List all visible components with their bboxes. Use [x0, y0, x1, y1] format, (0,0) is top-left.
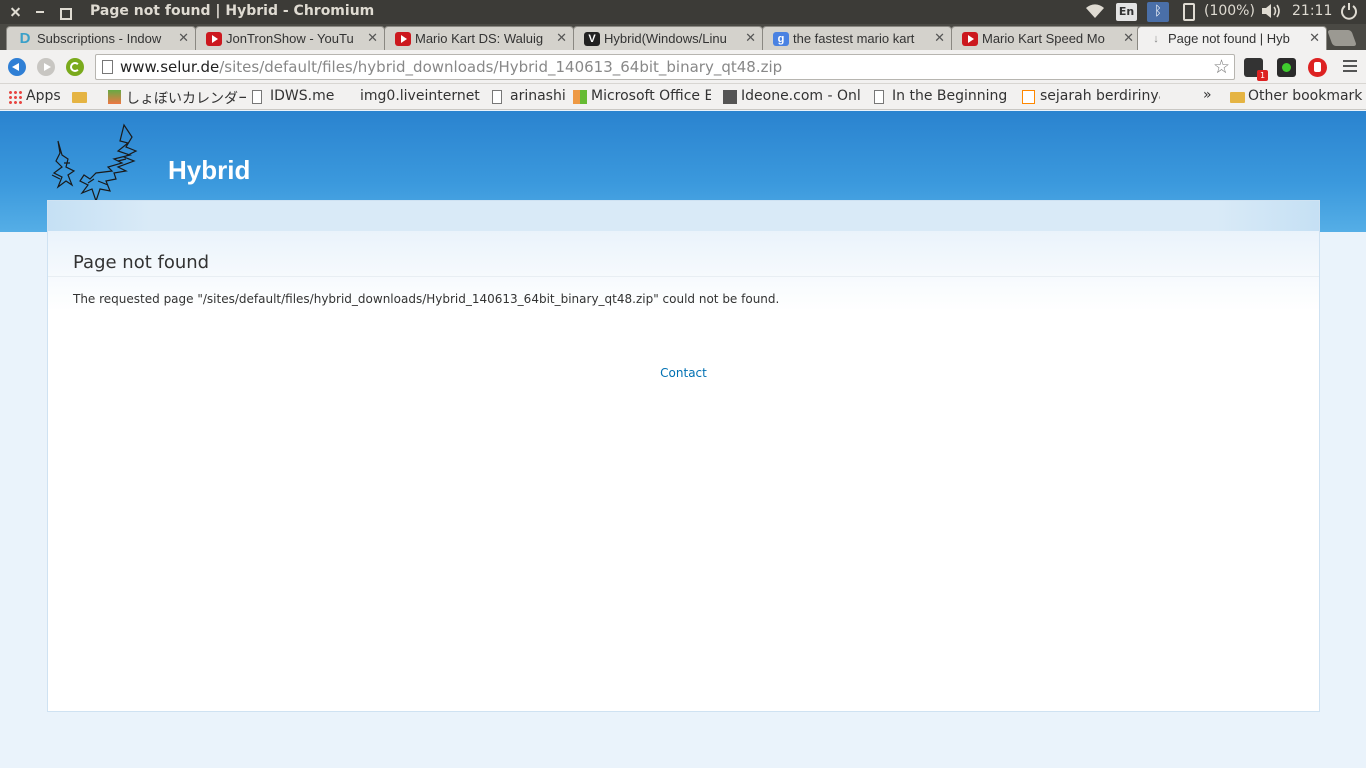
bookmark-folder[interactable] [70, 88, 92, 108]
clock[interactable]: 21:11 [1292, 3, 1332, 19]
office-icon [573, 90, 587, 104]
ideone-icon [723, 90, 737, 104]
wifi-icon[interactable] [1085, 2, 1105, 24]
battery-icon[interactable] [1183, 3, 1195, 21]
tab-close-icon[interactable]: ✕ [745, 30, 756, 46]
tab-mario-kart-ds[interactable]: Mario Kart DS: Waluig ✕ [384, 26, 574, 50]
bookmark-apps[interactable]: Apps [6, 88, 66, 108]
battery-percentage[interactable]: (100%) [1204, 3, 1255, 19]
bookmark-liveinternet[interactable]: img0.liveinternet.r [340, 88, 480, 108]
extension-badge: 1 [1257, 70, 1268, 81]
bookmarks-bar: Apps しょぼいカレンダー IDWS.me img0.liveinternet… [0, 84, 1366, 110]
forward-button[interactable] [37, 58, 55, 76]
tab-mario-kart-speed[interactable]: Mario Kart Speed Mo ✕ [951, 26, 1141, 50]
youtube-icon [395, 32, 411, 46]
tab-close-icon[interactable]: ✕ [934, 30, 945, 46]
v-icon: V [584, 32, 600, 46]
tab-label: JonTronShow - YouTu [226, 31, 354, 46]
tab-label: Page not found | Hyb [1168, 31, 1290, 46]
apps-icon [8, 90, 22, 104]
bluetooth-icon[interactable]: ᛒ [1147, 2, 1169, 22]
bookmark-label: img0.liveinternet.r [360, 88, 480, 104]
bookmark-label: Apps [26, 88, 61, 104]
d-icon: D [19, 30, 31, 47]
tab-close-icon[interactable]: ✕ [556, 30, 567, 46]
tab-label: Hybrid(Windows/Linu [604, 31, 727, 46]
bookmark-label: Microsoft Office Er [591, 88, 711, 104]
tab-hybrid-windows-linux[interactable]: V Hybrid(Windows/Linu ✕ [573, 26, 763, 50]
google-icon: g [773, 32, 789, 46]
page-icon [492, 90, 502, 104]
page-icon [102, 60, 113, 74]
bookmark-label: sejarah berdirinya r [1040, 88, 1160, 104]
site-icon [1022, 90, 1035, 104]
tab-close-icon[interactable]: ✕ [1123, 30, 1134, 46]
tab-close-icon[interactable]: ✕ [178, 30, 189, 46]
reload-button[interactable] [66, 58, 84, 76]
bookmark-microsoft-office[interactable]: Microsoft Office Er [571, 88, 711, 108]
window-minimize-button[interactable] [32, 4, 48, 20]
adblock-icon[interactable] [1308, 58, 1327, 77]
tab-google-search[interactable]: g the fastest mario kart ✕ [762, 26, 952, 50]
contact-link[interactable]: Contact [48, 366, 1319, 380]
bookmark-label: Ideone.com - Onlin [741, 88, 861, 104]
window-title: Page not found | Hybrid - Chromium [90, 3, 375, 19]
tab-jontronshow[interactable]: JonTronShow - YouTu ✕ [195, 26, 385, 50]
system-top-panel: Page not found | Hybrid - Chromium En ᛒ … [0, 0, 1366, 24]
back-button[interactable] [8, 58, 26, 76]
page-icon [874, 90, 884, 104]
bookmark-label: arinashi [510, 88, 565, 104]
url-host: www.selur.de [120, 58, 220, 76]
main-content-panel: Page not found The requested page "/site… [47, 200, 1320, 712]
folder-icon [72, 92, 87, 103]
bookmarks-overflow-button[interactable]: » [1203, 87, 1212, 103]
tab-page-not-found[interactable]: ↓ Page not found | Hyb ✕ [1137, 26, 1327, 50]
tab-label: Subscriptions - Indow [37, 31, 162, 46]
tab-close-icon[interactable]: ✕ [1309, 30, 1320, 46]
tab-label: the fastest mario kart [793, 31, 915, 46]
bookmark-sejarah[interactable]: sejarah berdirinya r [1020, 88, 1160, 108]
browser-toolbar: www.selur.de/sites/default/files/hybrid_… [0, 50, 1366, 84]
bookmark-syoboi-calendar[interactable]: しょぼいカレンダー [106, 88, 246, 108]
window-maximize-button[interactable] [56, 4, 72, 20]
tab-strip: D Subscriptions - Indow ✕ JonTronShow - … [0, 24, 1366, 50]
bookmark-label: Other bookmarks [1248, 88, 1363, 104]
site-name[interactable]: Hybrid [168, 155, 250, 186]
volume-icon[interactable] [1260, 2, 1282, 24]
bookmark-label: しょぼいカレンダー [126, 91, 246, 107]
extension-status-icon[interactable] [1277, 58, 1296, 77]
address-bar[interactable]: www.selur.de/sites/default/files/hybrid_… [95, 54, 1235, 80]
url-path: /sites/default/files/hybrid_downloads/Hy… [219, 58, 783, 76]
bookmark-idws[interactable]: IDWS.me [250, 88, 340, 108]
youtube-icon [206, 32, 222, 46]
page-title: Page not found [73, 252, 210, 273]
site-logo[interactable] [48, 123, 140, 205]
page-icon [252, 90, 262, 104]
bookmark-other-bookmarks[interactable]: Other bookmarks [1228, 88, 1363, 108]
tab-close-icon[interactable]: ✕ [367, 30, 378, 46]
tab-label: Mario Kart DS: Waluig [415, 31, 544, 46]
panel-top-band [48, 201, 1319, 231]
site-icon [108, 90, 121, 104]
title-divider [48, 276, 1319, 277]
power-icon[interactable] [1340, 2, 1358, 24]
bookmark-ideone[interactable]: Ideone.com - Onlin [721, 88, 861, 108]
window-close-button[interactable] [8, 4, 24, 20]
error-message: The requested page "/sites/default/files… [73, 292, 780, 306]
keyboard-layout-indicator[interactable]: En [1116, 3, 1137, 21]
bookmark-label: In the Beginning w [892, 88, 1012, 104]
loading-icon: ↓ [1153, 33, 1159, 45]
bookmark-star-icon[interactable]: ☆ [1213, 56, 1230, 78]
tab-subscriptions[interactable]: D Subscriptions - Indow ✕ [6, 26, 196, 50]
menu-icon[interactable] [1343, 60, 1357, 72]
tab-label: Mario Kart Speed Mo [982, 31, 1105, 46]
bookmark-label: IDWS.me [270, 88, 335, 104]
bookmark-arinashi[interactable]: arinashi [490, 88, 565, 108]
youtube-icon [962, 32, 978, 46]
bookmark-in-the-beginning[interactable]: In the Beginning w [872, 88, 1012, 108]
folder-icon [1230, 92, 1245, 103]
page-viewport: Hybrid Page not found The requested page… [0, 111, 1366, 768]
new-tab-button[interactable] [1327, 30, 1357, 46]
